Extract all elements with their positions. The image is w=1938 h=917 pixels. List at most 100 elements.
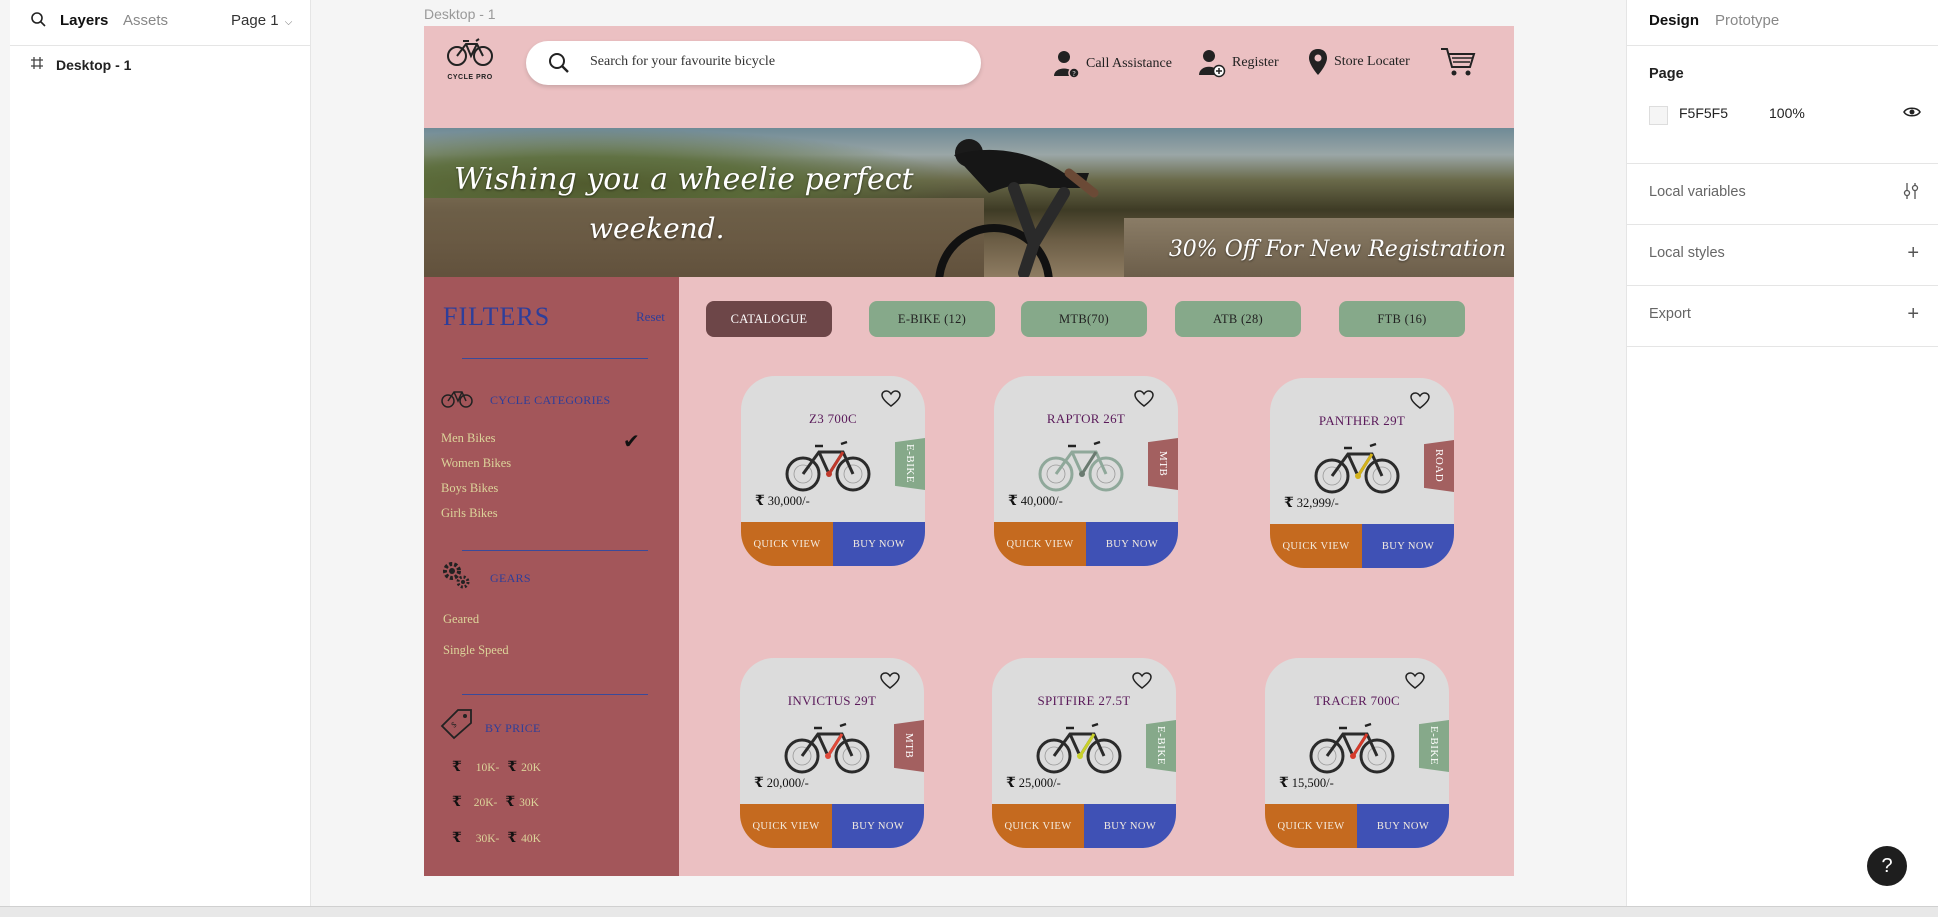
product-price: ₹32,999/- xyxy=(1284,495,1339,512)
heart-icon[interactable] xyxy=(1405,672,1425,695)
quick-view-button[interactable]: QUICK VIEW xyxy=(1270,524,1362,568)
price-range-10k-20k[interactable]: ₹ 10K- ₹ 20K xyxy=(452,759,541,776)
nav-cart[interactable] xyxy=(1440,46,1476,78)
heart-icon[interactable] xyxy=(1132,672,1152,695)
product-price: ₹15,500/- xyxy=(1279,775,1334,792)
heart-icon[interactable] xyxy=(881,390,901,413)
buy-now-button[interactable]: BUY NOW xyxy=(1362,524,1454,568)
tab-design[interactable]: Design xyxy=(1649,12,1699,29)
price-value: 40,000/- xyxy=(1020,494,1063,508)
filter-option-girls-bikes[interactable]: Girls Bikes xyxy=(441,506,498,521)
chevron-down-icon: ⌵ xyxy=(284,17,293,28)
price-range-to: 30K xyxy=(519,796,539,809)
left-panel-tabs: Layers Assets Page 1 ⌵ xyxy=(10,0,310,46)
product-card[interactable]: PANTHER 29T ROAD ₹32,999/- QUICK VIEW BUY NO… xyxy=(1270,378,1454,568)
ribbon-label: MTB xyxy=(1157,451,1169,477)
gears-title: GEARS xyxy=(490,571,531,585)
frame-label[interactable]: Desktop - 1 xyxy=(424,6,496,22)
product-card[interactable]: Z3 700C E-BIKE ₹30,000/- QUICK VIEW BUY NOW xyxy=(741,376,925,566)
tab-e-bike[interactable]: E-BIKE (12) xyxy=(869,301,995,337)
cycle-categories-title: CYCLE CATEGORIES xyxy=(490,393,611,407)
tab-ftb[interactable]: FTB (16) xyxy=(1339,301,1465,337)
page-selector[interactable]: Page 1 ⌵ xyxy=(231,12,292,29)
tab-prototype[interactable]: Prototype xyxy=(1715,12,1779,29)
heart-icon[interactable] xyxy=(1134,390,1154,413)
bottom-scrollbar[interactable] xyxy=(0,906,1938,917)
rupee-icon: ₹ xyxy=(505,795,516,810)
buy-now-button[interactable]: BUY NOW xyxy=(1357,804,1449,848)
buy-now-button[interactable]: BUY NOW xyxy=(832,804,924,848)
by-price-title: BY PRICE xyxy=(485,721,541,735)
ribbon-label: ROAD xyxy=(1433,449,1445,483)
price-range-to: 40K xyxy=(521,832,541,845)
quick-view-button[interactable]: QUICK VIEW xyxy=(741,522,833,566)
nav-register[interactable]: Register xyxy=(1198,48,1279,78)
search-icon[interactable] xyxy=(30,11,47,32)
reset-button[interactable]: Reset xyxy=(636,309,665,325)
filter-option-men-bikes[interactable]: Men Bikes xyxy=(441,431,496,446)
search-bar[interactable]: Search for your favourite bicycle xyxy=(526,41,981,85)
filter-option-boys-bikes[interactable]: Boys Bikes xyxy=(441,481,498,496)
bicycle-icon xyxy=(441,391,473,408)
price-range-30k-40k[interactable]: ₹ 30K- ₹ 40K xyxy=(452,830,541,847)
quick-view-button[interactable]: QUICK VIEW xyxy=(994,522,1086,566)
rupee-icon: ₹ xyxy=(507,831,518,846)
bicycle-image[interactable] xyxy=(1314,440,1400,496)
quick-view-button[interactable]: QUICK VIEW xyxy=(740,804,832,848)
sliders-icon[interactable] xyxy=(1903,182,1919,204)
product-price: ₹20,000/- xyxy=(754,775,809,792)
product-card[interactable]: TRACER 700C E-BIKE ₹15,500/- QUICK VIEW BUY … xyxy=(1265,658,1449,848)
page-color-swatch[interactable] xyxy=(1649,106,1668,125)
bicycle-image[interactable] xyxy=(1036,720,1122,776)
product-price: ₹25,000/- xyxy=(1006,775,1061,792)
local-variables-section[interactable]: Local variables xyxy=(1627,164,1938,225)
help-button[interactable]: ? xyxy=(1867,846,1907,886)
product-card[interactable]: INVICTUS 29T MTB ₹20,000/- QUICK VIEW BUY NO… xyxy=(740,658,924,848)
tab-catalogue[interactable]: CATALOGUE xyxy=(706,301,832,337)
nav-store-locater[interactable]: Store Locater xyxy=(1308,48,1410,76)
plus-icon[interactable]: + xyxy=(1907,243,1919,263)
banner-offer: 30% Off For New Registration xyxy=(1168,237,1506,262)
bicycle-image[interactable] xyxy=(1038,438,1124,494)
filter-option-geared[interactable]: Geared xyxy=(443,612,479,627)
price-value: 30,000/- xyxy=(767,494,810,508)
nav-label: Store Locater xyxy=(1334,54,1410,69)
tab-assets[interactable]: Assets xyxy=(123,12,168,29)
quick-view-button[interactable]: QUICK VIEW xyxy=(1265,804,1357,848)
buy-now-button[interactable]: BUY NOW xyxy=(1084,804,1176,848)
tab-mtb[interactable]: MTB(70) xyxy=(1021,301,1147,337)
tab-layers[interactable]: Layers xyxy=(60,12,108,29)
filter-option-single-speed[interactable]: Single Speed xyxy=(443,643,509,658)
product-card[interactable]: RAPTOR 26T MTB ₹40,000/- QUICK VIEW BUY NOW xyxy=(994,376,1178,566)
local-styles-section[interactable]: Local styles + xyxy=(1627,225,1938,286)
logo[interactable]: CYCLE PRO xyxy=(442,36,498,81)
product-card[interactable]: SPITFIRE 27.5T E-BIKE ₹25,000/- QUICK VIEW B… xyxy=(992,658,1176,848)
page-opacity[interactable]: 100% xyxy=(1769,105,1805,121)
bicycle-image[interactable] xyxy=(784,720,870,776)
export-section[interactable]: Export + xyxy=(1627,286,1938,347)
bicycle-image[interactable] xyxy=(785,438,871,494)
category-ribbon: E-BIKE xyxy=(1419,720,1449,772)
promo-banner[interactable]: Wishing you a wheelie perfect weekend. 3… xyxy=(424,128,1514,277)
price-range-from: 20K- xyxy=(473,796,498,809)
eye-icon[interactable] xyxy=(1903,106,1921,122)
buy-now-button[interactable]: BUY NOW xyxy=(833,522,925,566)
checkmark-icon[interactable]: ✔ xyxy=(623,429,640,454)
rupee-icon: ₹ xyxy=(754,776,764,791)
ribbon-label: E-BIKE xyxy=(1155,726,1167,766)
layer-item-desktop-1[interactable]: Desktop - 1 xyxy=(30,56,131,73)
page-color-hex[interactable]: F5F5F5 xyxy=(1679,105,1728,121)
heart-icon[interactable] xyxy=(1410,392,1430,415)
cyclist-illustration xyxy=(935,139,1099,277)
quick-view-button[interactable]: QUICK VIEW xyxy=(992,804,1084,848)
plus-icon[interactable]: + xyxy=(1907,304,1919,324)
buy-now-button[interactable]: BUY NOW xyxy=(1086,522,1178,566)
filter-option-women-bikes[interactable]: Women Bikes xyxy=(441,456,511,471)
price-value: 20,000/- xyxy=(766,776,809,790)
desktop-frame[interactable]: CYCLE PRO Search for your favourite bicy… xyxy=(424,26,1514,876)
heart-icon[interactable] xyxy=(880,672,900,695)
tab-atb[interactable]: ATB (28) xyxy=(1175,301,1301,337)
bicycle-image[interactable] xyxy=(1309,720,1395,776)
nav-call-assistance[interactable]: ? Call Assistance xyxy=(1052,48,1172,80)
price-range-20k-30k[interactable]: ₹ 20K- ₹ 30K xyxy=(452,794,539,811)
